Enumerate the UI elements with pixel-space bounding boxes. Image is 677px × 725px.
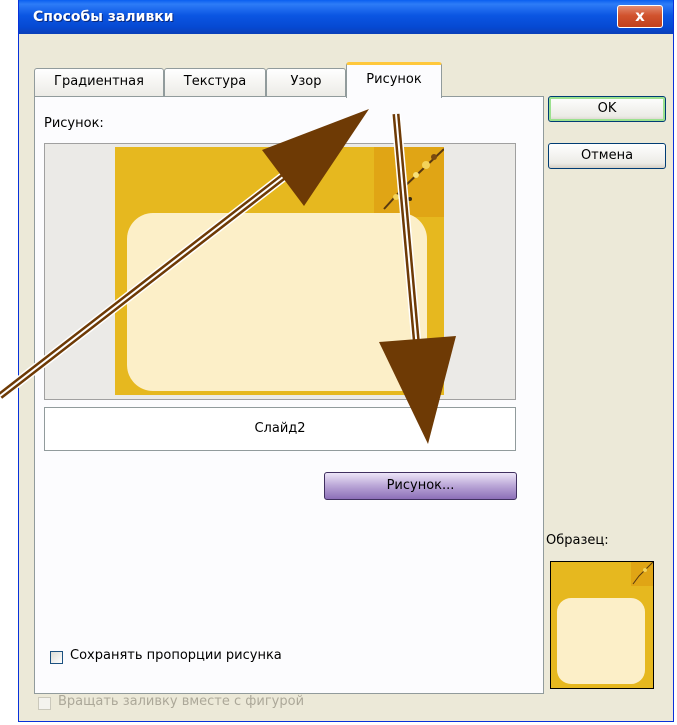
tab-pattern-label: Узор (290, 74, 322, 89)
lock-aspect-label: Сохранять пропорции рисунка (70, 648, 282, 663)
picture-name-field: Слайд2 (44, 407, 516, 451)
sample-branch-decoration (631, 562, 653, 586)
sample-content-area (557, 598, 645, 684)
picture-name: Слайд2 (254, 421, 306, 436)
picture-preview (44, 143, 516, 400)
sample-preview (550, 561, 654, 689)
picture-label: Рисунок: (44, 116, 104, 131)
slide-content-area (127, 213, 427, 391)
lock-aspect-checkbox[interactable] (50, 651, 63, 664)
close-icon: x (635, 7, 645, 25)
tab-picture[interactable]: Рисунок (346, 62, 442, 98)
slide-image (115, 147, 444, 395)
close-button[interactable]: x (617, 5, 663, 28)
cancel-button-label: Отмена (580, 148, 634, 163)
title-bar: Способы заливки x (19, 0, 673, 34)
tab-gradient[interactable]: Градиентная (34, 68, 164, 96)
select-picture-label: Рисунок... (386, 478, 455, 493)
rotate-with-shape-checkbox[interactable] (38, 697, 51, 710)
dialog-title: Способы заливки (33, 9, 174, 25)
tab-texture-label: Текстура (183, 74, 247, 89)
tab-texture[interactable]: Текстура (164, 68, 266, 96)
branch-decoration (374, 147, 444, 217)
tab-picture-label: Рисунок (366, 72, 422, 87)
rotate-with-shape-label: Вращать заливку вместе с фигурой (58, 694, 305, 709)
ok-button-label: OK (597, 101, 617, 116)
cancel-button[interactable]: Отмена (548, 143, 666, 169)
ok-button[interactable]: OK (548, 96, 666, 122)
select-picture-button[interactable]: Рисунок... (324, 472, 517, 500)
sample-label: Образец: (546, 533, 609, 548)
tab-gradient-label: Градиентная (54, 74, 144, 89)
tab-pattern[interactable]: Узор (266, 68, 346, 96)
